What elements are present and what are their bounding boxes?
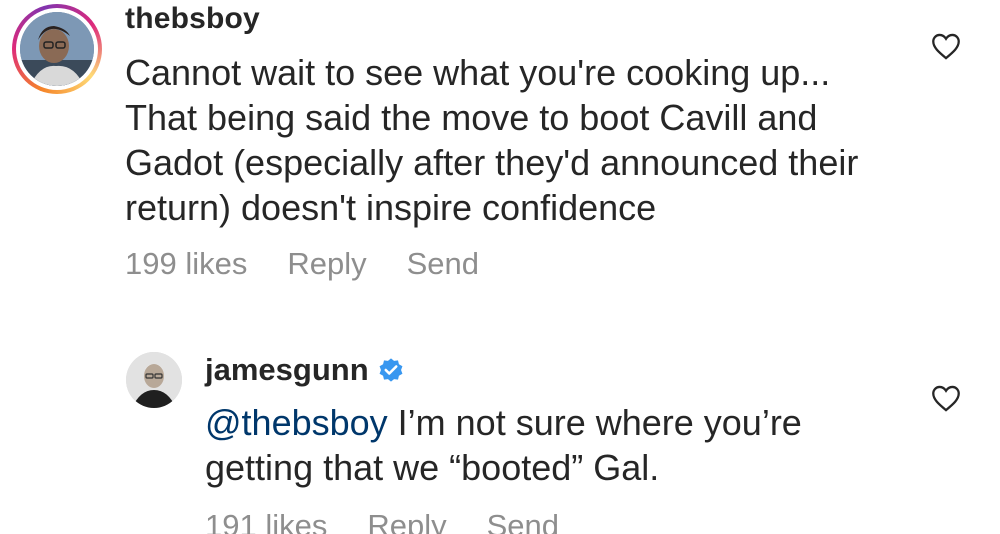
- reply-button[interactable]: Reply: [287, 246, 366, 282]
- comment-header: jamesgunn: [205, 352, 405, 388]
- mention-link[interactable]: @thebsboy: [205, 402, 388, 443]
- avatar[interactable]: [20, 12, 94, 86]
- comment-username[interactable]: jamesgunn: [205, 352, 369, 388]
- comment-thread: thebsboy Cannot wait to see what you're …: [0, 0, 1000, 534]
- heart-outline-icon[interactable]: [930, 32, 962, 60]
- comment-text: @thebsboy I’m not sure where you’re gett…: [205, 400, 905, 490]
- story-ring[interactable]: [12, 4, 102, 94]
- comment-actions: 191 likes Reply Send: [205, 508, 559, 534]
- comment: thebsboy Cannot wait to see what you're …: [0, 0, 1000, 300]
- comment-username[interactable]: thebsboy: [125, 2, 260, 36]
- likes-count[interactable]: 199 likes: [125, 246, 247, 282]
- avatar[interactable]: [126, 352, 182, 408]
- heart-outline-icon[interactable]: [930, 384, 962, 412]
- reply-button[interactable]: Reply: [367, 508, 446, 534]
- send-button[interactable]: Send: [487, 508, 559, 534]
- comment-text: Cannot wait to see what you're cooking u…: [125, 52, 859, 228]
- likes-count[interactable]: 191 likes: [205, 508, 327, 534]
- reply-comment: jamesgunn @thebsboy I’m not sure where y…: [0, 340, 1000, 534]
- verified-badge-icon: [379, 358, 403, 382]
- send-button[interactable]: Send: [407, 246, 479, 282]
- comment-actions: 199 likes Reply Send: [125, 246, 479, 282]
